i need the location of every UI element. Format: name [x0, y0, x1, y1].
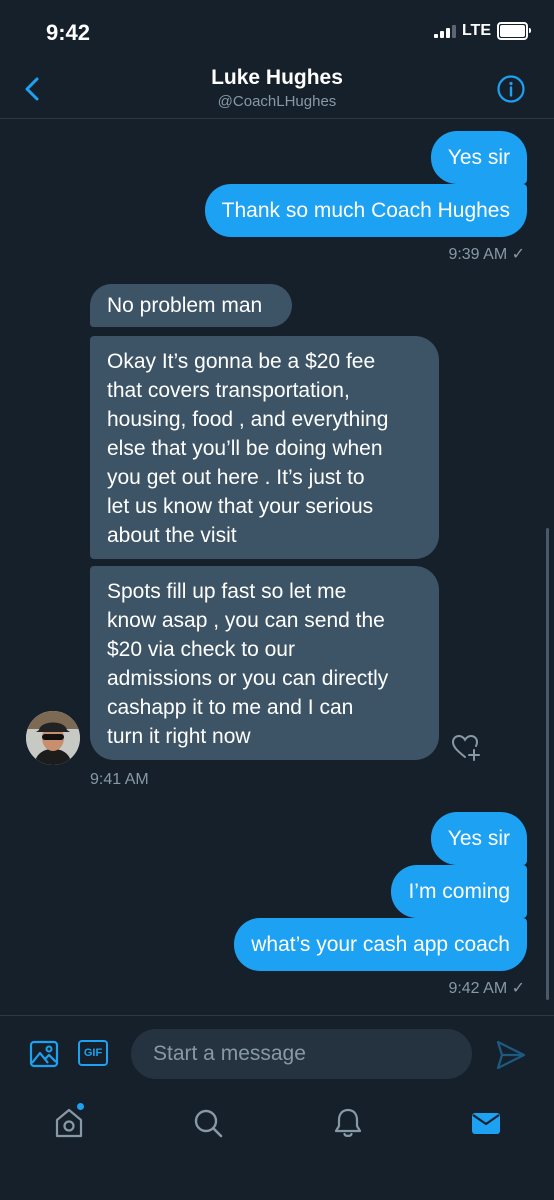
message-thread[interactable]: Yes sir Thank so much Coach Hughes 9:39 … [0, 119, 554, 1014]
message-bubble-outgoing[interactable]: Yes sir [430, 131, 527, 184]
avatar[interactable] [26, 711, 80, 765]
gif-button[interactable]: GIF [78, 1040, 108, 1066]
info-circle-icon [497, 75, 525, 103]
home-icon [55, 1108, 83, 1138]
tab-notifications[interactable] [330, 1105, 366, 1141]
notification-dot [77, 1103, 84, 1110]
message-input[interactable] [131, 1029, 472, 1079]
message-timestamp: 9:41 AM [90, 771, 149, 788]
tab-messages[interactable] [468, 1105, 504, 1141]
info-button[interactable] [496, 74, 526, 104]
message-bubble-outgoing[interactable]: Thank so much Coach Hughes [204, 184, 527, 237]
message-bubble-outgoing[interactable]: what’s your cash app coach [234, 918, 527, 971]
status-indicators: LTE [433, 22, 531, 40]
scrollbar[interactable] [546, 528, 549, 1000]
battery-icon [497, 22, 531, 40]
message-bubble-outgoing[interactable]: I’m coming [391, 865, 527, 918]
mail-icon [472, 1113, 500, 1134]
image-icon [29, 1040, 59, 1068]
tab-home[interactable] [51, 1105, 87, 1141]
network-label: LTE [461, 22, 491, 39]
search-icon [194, 1109, 223, 1138]
contact-handle[interactable]: @CoachLHughes [0, 93, 554, 110]
status-bar: 9:42 LTE [0, 0, 554, 62]
send-icon [496, 1040, 526, 1070]
avatar-image [26, 711, 80, 765]
message-timestamp: 9:39 AM ✓ [448, 246, 525, 263]
heart-plus-icon [451, 734, 480, 761]
tab-bar [0, 1095, 554, 1200]
status-time: 9:42 [46, 20, 91, 45]
message-timestamp: 9:42 AM ✓ [448, 980, 525, 997]
message-bubble-incoming[interactable]: Okay It’s gonna be a $20 fee that covers… [90, 336, 439, 559]
message-composer: GIF [0, 1015, 554, 1096]
message-bubble-incoming[interactable]: No problem man [90, 284, 292, 327]
message-bubble-outgoing[interactable]: Yes sir [430, 812, 527, 865]
add-media-button[interactable] [29, 1039, 59, 1069]
signal-icon [433, 24, 456, 38]
contact-name[interactable]: Luke Hughes [0, 66, 554, 90]
message-bubble-incoming[interactable]: Spots fill up fast so let me know asap ,… [90, 566, 439, 760]
send-button[interactable] [494, 1038, 528, 1072]
conversation-header: Luke Hughes @CoachLHughes [0, 62, 554, 119]
tab-search[interactable] [190, 1105, 226, 1141]
bell-icon [334, 1108, 362, 1137]
like-message-button[interactable] [451, 732, 483, 762]
